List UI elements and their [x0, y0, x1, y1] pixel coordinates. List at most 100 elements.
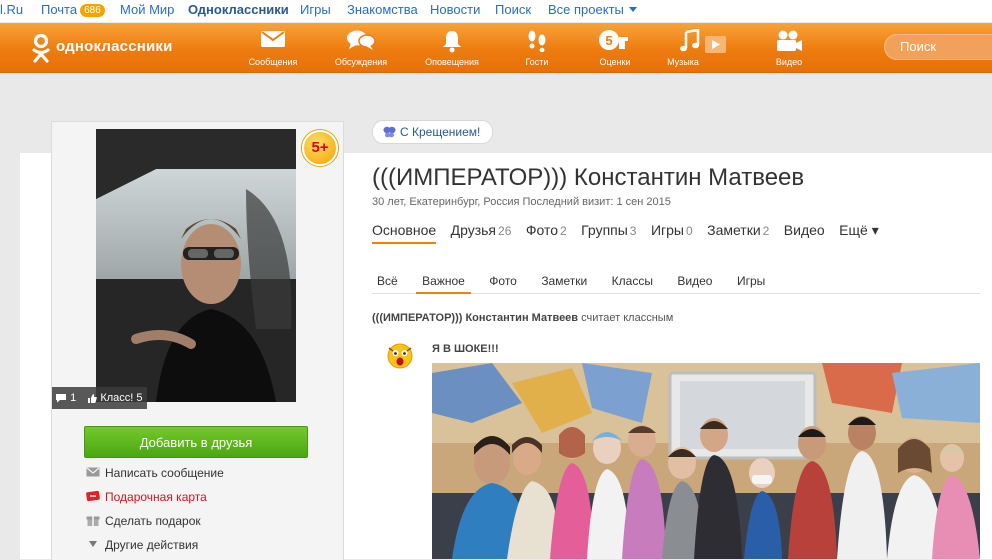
photo-comment-count[interactable]: 1 [70, 387, 76, 409]
profile-card: 5+ 1 Класс! 5 Добавить в друзья Написать… [51, 121, 344, 560]
gift-card-action[interactable]: Подарочная карта [86, 488, 207, 506]
nav-discussions[interactable]: Обсуждения [321, 23, 401, 72]
envelope-icon [261, 31, 285, 47]
tab-label: Основное [372, 222, 437, 238]
profile-photo[interactable] [96, 129, 296, 402]
portal-link-search[interactable]: Поиск [495, 0, 531, 20]
holiday-greeting-label: С Крещением! [400, 125, 481, 139]
comment-icon [56, 394, 66, 403]
tab-label: Друзья [450, 222, 497, 238]
other-actions-label: Другие действия [105, 538, 199, 552]
subtab-video[interactable]: Видео [671, 271, 718, 292]
nav-notifications-label: Оповещения [425, 57, 479, 67]
gift-card-label: Подарочная карта [105, 490, 207, 504]
post-photo-image [432, 363, 980, 559]
feed-author[interactable]: (((ИМПЕРАТОР))) Константин Матвеев [372, 312, 578, 324]
tab-label: Видео [783, 222, 825, 238]
shocked-smiley-icon [387, 343, 413, 369]
feed-activity-line: (((ИМПЕРАТОР))) Константин Матвеев счита… [372, 312, 673, 324]
envelope-icon [86, 467, 100, 477]
tab-groups[interactable]: Группы 3 [581, 222, 636, 242]
tab-label: Игры [650, 222, 684, 238]
post-title: Я В ШОКЕ!!! [432, 343, 499, 355]
tab-more[interactable]: Ещё ▾ [839, 222, 879, 242]
age-badge: 5+ [302, 130, 338, 166]
tab-label: Группы [581, 222, 628, 238]
portal-link-dating[interactable]: Знакомства [347, 0, 418, 20]
subtab-games[interactable]: Игры [731, 271, 771, 292]
other-actions[interactable]: Другие действия [86, 536, 198, 554]
gift-box-icon [86, 516, 100, 526]
video-camera-icon [777, 30, 802, 51]
triangle-down-icon [89, 541, 97, 547]
make-gift-action[interactable]: Сделать подарок [86, 512, 201, 530]
rating-5-icon: 5 [599, 30, 628, 50]
all-projects-label: Все проекты [548, 2, 624, 17]
butterfly-icon [383, 126, 396, 138]
svg-text:5: 5 [605, 33, 612, 48]
nav-video[interactable]: Видео [749, 23, 829, 72]
tab-count: 0 [685, 224, 693, 238]
post-photo[interactable] [432, 363, 980, 559]
tab-label: Заметки [707, 222, 761, 238]
nav-messages-label: Сообщения [248, 57, 298, 67]
portal-link-mail-label: Почта [41, 2, 78, 17]
mail-count-badge: 686 [80, 4, 105, 17]
nav-notifications[interactable]: Оповещения [412, 23, 492, 72]
write-message-label: Написать сообщение [105, 466, 224, 480]
nav-music[interactable]: Музыка [657, 23, 737, 72]
bell-icon [443, 31, 461, 53]
footprints-icon [528, 30, 546, 53]
make-gift-label: Сделать подарок [105, 514, 201, 528]
search-input[interactable] [884, 34, 992, 60]
photo-like-count[interactable]: Класс! 5 [100, 387, 142, 409]
ok-logo-icon [32, 33, 50, 63]
tab-main[interactable]: Основное [372, 222, 437, 244]
subtab-photos[interactable]: Фото [483, 271, 523, 292]
portal-link-games[interactable]: Игры [300, 0, 331, 20]
tab-label: Фото [525, 222, 558, 238]
tab-count: 3 [629, 224, 637, 238]
ok-logo-text: одноклассники [56, 38, 173, 55]
nav-guests[interactable]: Гости [497, 23, 577, 72]
speech-bubbles-icon [347, 30, 376, 50]
tab-friends[interactable]: Друзья 26 [451, 222, 512, 242]
profile-photo-image [96, 129, 296, 402]
portal-link-odnoklassniki[interactable]: Одноклассники [188, 0, 289, 20]
music-note-icon [680, 29, 726, 53]
photo-stats: 1 Класс! 5 [52, 387, 147, 409]
feed-filter-tabs: Всё Важное Фото Заметки Классы Видео Игр… [372, 271, 980, 294]
profile-meta: 30 лет, Екатеринбург, Россия Последний в… [372, 196, 671, 208]
portal-link-myworld[interactable]: Мой Мир [120, 0, 174, 20]
nav-messages[interactable]: Сообщения [233, 23, 313, 72]
nav-discussions-label: Обсуждения [334, 57, 388, 67]
tab-label: Ещё ▾ [839, 222, 879, 238]
tab-games[interactable]: Игры 0 [651, 222, 693, 242]
thumbs-up-icon [88, 393, 97, 403]
portal-link-mail[interactable]: Почта 686 [41, 0, 105, 20]
tab-count: 2 [762, 224, 770, 238]
portal-link-news[interactable]: Новости [430, 0, 480, 20]
tab-count: 26 [498, 224, 512, 238]
portal-bar: l.Ru Почта 686 Мой Мир Одноклассники Игры… [0, 0, 992, 22]
subtab-important[interactable]: Важное [416, 271, 471, 294]
tab-photos[interactable]: Фото 2 [526, 222, 567, 242]
gift-card-icon [86, 490, 100, 502]
portal-link-mailru[interactable]: l.Ru [0, 0, 23, 20]
write-message-action[interactable]: Написать сообщение [86, 464, 224, 482]
nav-music-label: Музыка [667, 57, 699, 67]
main-toolbar: одноклассники Сообщения Обсуждения Опове… [0, 23, 992, 73]
add-friend-button[interactable]: Добавить в друзья [84, 426, 308, 458]
subtab-likes[interactable]: Классы [606, 271, 659, 292]
profile-name: (((ИМПЕРАТОР))) Константин Матвеев [372, 164, 805, 191]
subtab-notes[interactable]: Заметки [535, 271, 593, 292]
holiday-greeting[interactable]: С Крещением! [372, 120, 494, 144]
chevron-down-icon [628, 7, 637, 12]
tab-video[interactable]: Видео [784, 222, 825, 242]
portal-link-all-projects[interactable]: Все проекты [548, 0, 637, 20]
tab-count: 2 [560, 224, 567, 238]
nav-video-label: Видео [775, 57, 803, 67]
subtab-all[interactable]: Всё [372, 271, 404, 292]
feed-action: считает классным [578, 312, 674, 324]
tab-notes[interactable]: Заметки 2 [707, 222, 769, 242]
